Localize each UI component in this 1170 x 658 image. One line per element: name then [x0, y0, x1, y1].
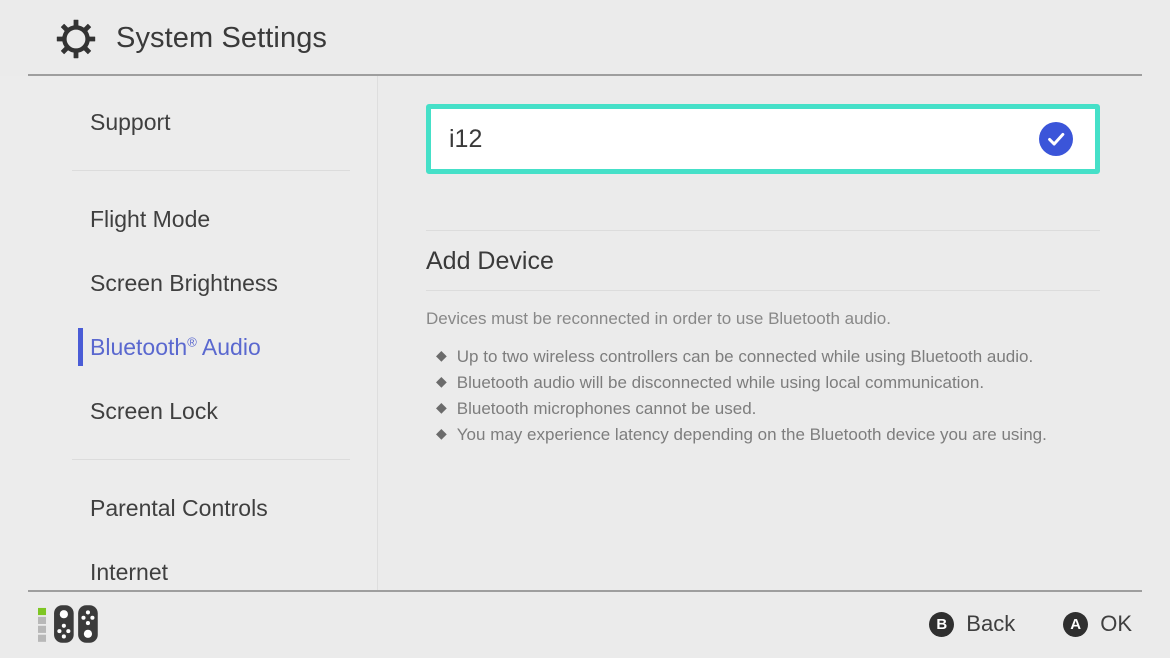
sidebar-item-label: Bluetooth® Audio	[90, 334, 261, 361]
system-settings-screen: System Settings Support Flight Mode Scre…	[0, 0, 1170, 658]
sidebar-item-label: Screen Lock	[90, 398, 218, 425]
diamond-bullet-icon: ◆	[436, 345, 447, 367]
sidebar-item-label: Parental Controls	[90, 495, 268, 522]
page-title: System Settings	[116, 22, 327, 55]
hint-ok[interactable]: A OK	[1063, 611, 1132, 637]
sidebar-divider	[72, 170, 350, 171]
diamond-bullet-icon: ◆	[436, 397, 447, 419]
diamond-bullet-icon: ◆	[436, 423, 447, 445]
section-note: Devices must be reconnected in order to …	[426, 291, 1100, 333]
sidebar-item-label-tail: Audio	[197, 334, 261, 360]
app-header: System Settings	[0, 0, 1170, 76]
sidebar-item-screen-brightness[interactable]: Screen Brightness	[0, 251, 378, 315]
sidebar-item-screen-lock[interactable]: Screen Lock	[0, 379, 378, 443]
list-item-text: You may experience latency depending on …	[457, 423, 1047, 447]
diamond-bullet-icon: ◆	[436, 371, 447, 393]
sidebar-item-internet[interactable]: Internet	[0, 540, 378, 590]
sidebar-item-label: Internet	[90, 559, 168, 586]
hint-back-label: Back	[966, 611, 1015, 637]
a-button-icon: A	[1063, 612, 1088, 637]
sidebar-divider	[72, 459, 350, 460]
sidebar: Support Flight Mode Screen Brightness Bl…	[0, 76, 378, 590]
list-item: ◆ Up to two wireless controllers can be …	[426, 345, 1100, 369]
sidebar-item-label: Flight Mode	[90, 206, 210, 233]
device-row-i12[interactable]: i12	[426, 104, 1100, 174]
bullet-list: ◆ Up to two wireless controllers can be …	[426, 345, 1100, 448]
gear-icon	[56, 19, 96, 59]
sidebar-item-parental-controls[interactable]: Parental Controls	[0, 476, 378, 540]
device-name: i12	[449, 125, 1039, 154]
hint-back[interactable]: B Back	[929, 611, 1015, 637]
sidebar-item-label-main: Bluetooth	[90, 334, 187, 360]
sidebar-item-label: Screen Brightness	[90, 270, 278, 297]
list-item: ◆ You may experience latency depending o…	[426, 423, 1100, 447]
sidebar-item-support[interactable]: Support	[0, 90, 378, 154]
list-item-text: Up to two wireless controllers can be co…	[457, 345, 1033, 369]
sidebar-item-flight-mode[interactable]: Flight Mode	[0, 187, 378, 251]
list-item-text: Bluetooth microphones cannot be used.	[457, 397, 757, 421]
body-area: Support Flight Mode Screen Brightness Bl…	[0, 76, 1170, 590]
list-item-text: Bluetooth audio will be disconnected whi…	[457, 371, 984, 395]
footer-bar: B Back A OK	[0, 590, 1170, 658]
sidebar-item-label: Support	[90, 109, 171, 136]
registered-mark: ®	[187, 334, 197, 349]
sidebar-item-bluetooth-audio[interactable]: Bluetooth® Audio	[0, 315, 378, 379]
list-item: ◆ Bluetooth audio will be disconnected w…	[426, 371, 1100, 395]
footer-divider	[28, 590, 1142, 592]
b-button-icon: B	[929, 612, 954, 637]
hint-ok-label: OK	[1100, 611, 1132, 637]
section-title: Add Device	[426, 231, 1100, 290]
check-circle-icon	[1039, 122, 1073, 156]
joycon-pair-icon	[38, 604, 104, 644]
list-item: ◆ Bluetooth microphones cannot be used.	[426, 397, 1100, 421]
content-panel: i12 Add Device Devices must be reconnect…	[378, 76, 1170, 590]
